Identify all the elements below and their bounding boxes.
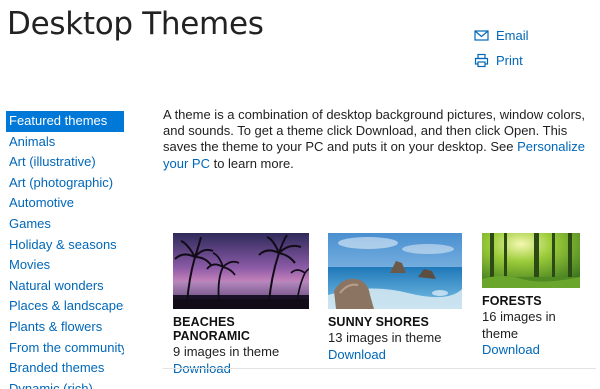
- print-icon: [474, 53, 489, 68]
- theme-card-forests: FORESTS 16 images in theme Download: [482, 233, 580, 359]
- theme-card-sunny-shores: SUNNY SHORES 13 images in theme Download: [328, 233, 462, 363]
- sidebar-item-featured-themes[interactable]: Featured themes: [6, 111, 124, 132]
- theme-image-count: 16 images in theme: [482, 309, 556, 341]
- sidebar-item-animals[interactable]: Animals: [6, 132, 124, 153]
- sidebar-item-from-the-community[interactable]: From the community: [6, 338, 124, 359]
- sidebar-item-holiday-seasons[interactable]: Holiday & seasons: [6, 235, 124, 256]
- sidebar-item-plants-flowers[interactable]: Plants & flowers: [6, 317, 124, 338]
- sidebar-item-games[interactable]: Games: [6, 214, 124, 235]
- sidebar-item-dynamic[interactable]: Dynamic (rich): [6, 379, 124, 389]
- print-label: Print: [496, 53, 523, 68]
- sunny-shores-thumbnail[interactable]: [328, 233, 462, 309]
- theme-image-count: 13 images in theme: [328, 330, 442, 345]
- sidebar-item-art-photographic[interactable]: Art (photographic): [6, 173, 124, 194]
- print-link[interactable]: Print: [474, 48, 529, 73]
- section-divider: [163, 368, 596, 369]
- theme-name: FORESTS: [482, 294, 542, 308]
- email-label: Email: [496, 28, 529, 43]
- email-icon: [474, 28, 489, 43]
- theme-category-nav: Featured themes Animals Art (illustrativ…: [6, 111, 124, 389]
- sidebar-item-movies[interactable]: Movies: [6, 255, 124, 276]
- intro-text-after: to learn more.: [209, 155, 294, 171]
- theme-card-beaches-panoramic: BEACHES PANORAMIC 9 images in theme Down…: [173, 233, 309, 377]
- sidebar-item-branded-themes[interactable]: Branded themes: [6, 358, 124, 379]
- sidebar-item-automotive[interactable]: Automotive: [6, 193, 124, 214]
- theme-name: BEACHES PANORAMIC: [173, 315, 251, 343]
- sidebar-item-art-illustrative[interactable]: Art (illustrative): [6, 152, 124, 173]
- beaches-panoramic-thumbnail[interactable]: [173, 233, 309, 309]
- sunny-shores-download-link[interactable]: Download: [328, 347, 462, 364]
- email-link[interactable]: Email: [474, 23, 529, 48]
- sidebar-item-natural-wonders[interactable]: Natural wonders: [6, 276, 124, 297]
- forests-thumbnail[interactable]: [482, 233, 580, 288]
- theme-image-count: 9 images in theme: [173, 344, 280, 359]
- sidebar-item-places-landscapes[interactable]: Places & landscapes: [6, 296, 124, 317]
- theme-name: SUNNY SHORES: [328, 315, 429, 329]
- forests-download-link[interactable]: Download: [482, 342, 580, 359]
- share-links: Email Print: [474, 23, 529, 73]
- page-title: Desktop Themes: [7, 6, 264, 42]
- intro-text: A theme is a combination of desktop back…: [163, 107, 595, 172]
